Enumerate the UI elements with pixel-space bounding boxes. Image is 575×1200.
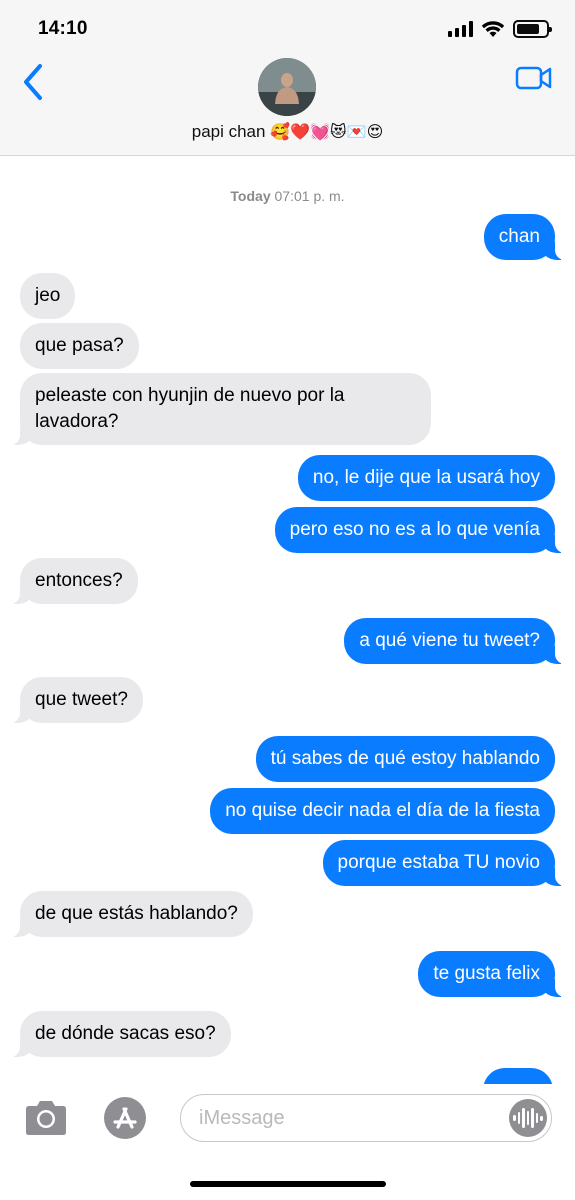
contact-avatar[interactable] <box>258 58 316 116</box>
contact-name-text: papi chan <box>191 122 266 141</box>
message-bubble-incoming[interactable]: que pasa? <box>20 323 139 369</box>
contact-name-emojis: 🥰❤️💓😻💌😍 <box>270 122 384 141</box>
message-bubble-incoming[interactable]: jeo <box>20 273 76 319</box>
home-indicator <box>190 1181 386 1187</box>
camera-icon[interactable] <box>22 1098 70 1138</box>
wifi-icon <box>481 21 505 37</box>
message-bubble-outgoing[interactable]: no quise decir nada el día de la fiesta <box>210 788 555 834</box>
chevron-left-icon[interactable] <box>18 62 50 102</box>
message-bubble-outgoing[interactable]: chan <box>483 214 566 260</box>
status-icons <box>448 20 552 38</box>
message-composer-bar <box>0 1084 575 1200</box>
thread-timestamp: Today 07:01 p. m. <box>0 188 575 204</box>
signal-icon <box>448 21 473 37</box>
message-bubble-incoming[interactable]: de que estás hablando? <box>10 891 253 937</box>
message-bubble-incoming[interactable]: que tweet? <box>10 677 143 723</box>
contact-name[interactable]: papi chan 🥰❤️💓😻💌😍 <box>0 122 575 142</box>
imessage-field[interactable] <box>180 1094 552 1142</box>
message-bubble-outgoing[interactable]: no, le dije que la usará hoy <box>297 455 555 501</box>
timestamp-time: 07:01 p. m. <box>274 188 345 204</box>
status-time: 14:10 <box>38 18 88 39</box>
video-camera-icon[interactable] <box>515 64 553 92</box>
message-bubble-incoming[interactable]: de dónde sacas eso? <box>10 1011 231 1057</box>
message-bubble-outgoing[interactable]: porque estaba TU novio <box>322 840 566 886</box>
message-bubble-outgoing[interactable]: a qué viene tu tweet? <box>344 618 565 664</box>
conversation-header: 14:10 papi chan 🥰❤️💓😻💌😍 <box>0 0 575 156</box>
audio-waveform-icon[interactable] <box>509 1099 547 1137</box>
battery-icon <box>513 20 552 38</box>
message-bubble-outgoing[interactable]: pero eso no es a lo que venía <box>274 507 566 553</box>
message-bubble-outgoing[interactable]: te gusta felix <box>418 951 565 997</box>
imessage-input[interactable] <box>199 1105 499 1131</box>
message-bubble-outgoing[interactable]: tú sabes de qué estoy hablando <box>255 736 555 782</box>
message-bubble-incoming[interactable]: entonces? <box>10 558 138 604</box>
app-store-icon[interactable] <box>98 1096 150 1140</box>
timestamp-day: Today <box>230 188 271 204</box>
message-bubble-incoming[interactable]: peleaste con hyunjin de nuevo por la lav… <box>10 373 431 445</box>
